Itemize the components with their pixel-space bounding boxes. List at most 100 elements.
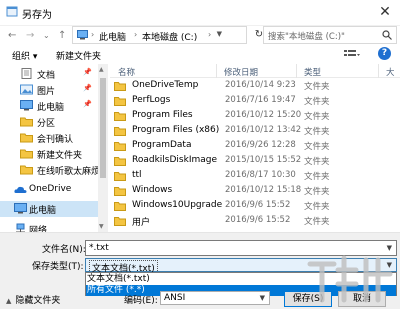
pictures-icon (20, 84, 33, 95)
sort-ascending-icon: ^ (152, 64, 158, 69)
file-type: 文件夹 (304, 112, 330, 122)
scrollbar-thumb[interactable] (100, 78, 106, 178)
file-row[interactable]: 用户 2016/9/6 15:52 文件夹 (110, 215, 400, 228)
folder-icon (20, 149, 33, 159)
nav-item-label: 会刊确认 (37, 135, 74, 145)
column-header-row: ^ 名称 修改日期 类型 大 (110, 64, 400, 78)
file-type: 文件夹 (304, 127, 330, 137)
watermark-logo (307, 255, 393, 303)
folder-icon (114, 112, 126, 121)
file-date: 2016/10/12 15:18 (225, 185, 302, 195)
folder-icon (114, 202, 126, 211)
nav-item-new-folder[interactable]: 新建文件夹 (0, 146, 98, 162)
file-date: 2016/8/17 10:30 (225, 170, 296, 180)
column-type[interactable]: 类型 (304, 66, 321, 78)
chevron-down-icon[interactable]: ▼ (260, 294, 265, 302)
help-icon[interactable]: ? (378, 47, 391, 60)
filename-value: *.txt (89, 243, 109, 253)
up-arrow-icon[interactable]: ↑ (58, 30, 66, 41)
file-type: 文件夹 (304, 202, 330, 212)
nav-item-online-music[interactable]: 在线听歌太麻烦 (0, 162, 98, 178)
column-divider[interactable] (378, 64, 379, 78)
column-date[interactable]: 修改日期 (224, 66, 258, 78)
file-row[interactable]: Windows 2016/10/12 15:18 文件夹 (110, 185, 400, 198)
nav-item-onedrive[interactable]: OneDrive (0, 182, 98, 198)
breadcrumb-local-disk[interactable]: 本地磁盘 (C:) (142, 30, 197, 43)
title-bar: 另存为 ✕ (0, 0, 400, 26)
file-row[interactable]: Program Files (x86) 2016/10/12 13:42 文件夹 (110, 125, 400, 138)
file-row[interactable]: OneDriveTemp 2016/10/14 9:23 文件夹 (110, 80, 400, 93)
file-name: RoadkilsDiskImage (132, 155, 218, 165)
file-name: PerfLogs (132, 95, 171, 105)
file-row[interactable]: Windows10Upgrade 2016/9/6 15:52 文件夹 (110, 200, 400, 213)
search-input[interactable]: 搜索"本地磁盘 (C:)" (263, 26, 397, 44)
nav-item-documents[interactable]: 文档 📌 (0, 66, 98, 82)
back-arrow-icon[interactable]: ← (8, 30, 16, 41)
breadcrumb-separator: › (208, 30, 212, 39)
nav-item-label: 图片 (37, 87, 56, 97)
window-title: 另存为 (22, 10, 52, 21)
new-folder-button[interactable]: 新建文件夹 (56, 49, 101, 62)
file-date: 2016/10/12 15:20 (225, 110, 302, 120)
filetype-label: 保存类型(T): (32, 262, 84, 272)
file-row[interactable]: Program Files 2016/10/12 15:20 文件夹 (110, 110, 400, 123)
column-divider[interactable] (296, 64, 297, 78)
nav-item-label: 网络 (29, 226, 48, 232)
file-row[interactable]: ttl 2016/8/17 10:30 文件夹 (110, 170, 400, 183)
file-name: 用户 (132, 218, 151, 228)
file-date: 2016/9/6 15:52 (225, 200, 291, 210)
hide-folders-toggle[interactable]: ▲ 隐藏文件夹 (6, 293, 60, 306)
file-type: 文件夹 (304, 172, 330, 182)
chevron-up-icon: ▲ (6, 297, 12, 305)
file-date: 2016/9/6 15:52 (225, 215, 291, 225)
forward-arrow-icon[interactable]: → (26, 30, 34, 41)
this-pc-icon (20, 100, 33, 111)
pin-icon: 📌 (83, 68, 92, 76)
breadcrumb-separator: › (91, 30, 95, 39)
nav-item-label: 此电脑 (29, 206, 57, 216)
encoding-select[interactable]: ANSI ▼ (160, 291, 270, 305)
column-name[interactable]: 名称 (118, 66, 135, 78)
close-button[interactable]: ✕ (370, 0, 400, 24)
nav-item-this-pc[interactable]: 此电脑 (0, 201, 98, 217)
pin-icon: 📌 (83, 84, 92, 92)
folder-icon (114, 157, 126, 166)
chevron-down-icon[interactable]: ▼ (217, 30, 222, 38)
scroll-up-icon[interactable]: ▲ (99, 66, 104, 73)
recent-locations-icon[interactable]: ⌄ (43, 31, 50, 40)
file-name: ProgramData (132, 140, 192, 150)
view-options-icon[interactable] (344, 49, 360, 60)
nav-item-partition[interactable]: 分区 (0, 114, 98, 130)
nav-item-network[interactable]: 网络 (0, 221, 98, 232)
file-row[interactable]: PerfLogs 2016/7/16 19:47 文件夹 (110, 95, 400, 108)
file-row[interactable]: ProgramData 2016/9/26 12:28 文件夹 (110, 140, 400, 153)
folder-icon (20, 117, 33, 127)
notepad-icon (6, 6, 18, 17)
file-name: Windows (132, 185, 173, 195)
scroll-down-icon[interactable]: ▼ (99, 223, 104, 230)
navigation-scrollbar[interactable]: ▲ ▼ (98, 64, 108, 232)
file-name: Windows10Upgrade (132, 200, 223, 210)
nav-item-label: 文档 (37, 71, 56, 81)
folder-icon (114, 142, 126, 151)
nav-item-this-pc-pinned[interactable]: 此电脑 📌 (0, 98, 98, 114)
folder-icon (114, 82, 126, 91)
address-row: ← → ⌄ ↑ › 此电脑 › 本地磁盘 (C:) › ▼ ↻ 搜索"本地磁盘 … (0, 26, 400, 46)
folder-icon (114, 187, 126, 196)
file-type: 文件夹 (304, 82, 330, 92)
documents-icon (21, 68, 32, 79)
file-row[interactable]: RoadkilsDiskImage 2015/10/15 15:52 文件夹 (110, 155, 400, 168)
folder-icon (114, 217, 126, 226)
column-divider[interactable] (216, 64, 217, 78)
nav-item-confirm[interactable]: 会刊确认 (0, 130, 98, 146)
file-type: 文件夹 (304, 97, 330, 107)
file-date: 2016/7/16 19:47 (225, 95, 296, 105)
organize-button[interactable]: 组织 ▾ (12, 49, 37, 62)
file-list: ^ 名称 修改日期 类型 大 OneDriveTemp 2016/10/14 9:… (110, 64, 400, 232)
file-type: 文件夹 (304, 217, 330, 227)
address-bar[interactable]: › 此电脑 › 本地磁盘 (C:) › ▼ (72, 26, 247, 44)
nav-item-pictures[interactable]: 图片 📌 (0, 82, 98, 98)
column-size[interactable]: 大 (386, 66, 395, 78)
encoding-label: 编码(E): (124, 296, 158, 306)
breadcrumb-this-pc[interactable]: 此电脑 (99, 30, 126, 43)
